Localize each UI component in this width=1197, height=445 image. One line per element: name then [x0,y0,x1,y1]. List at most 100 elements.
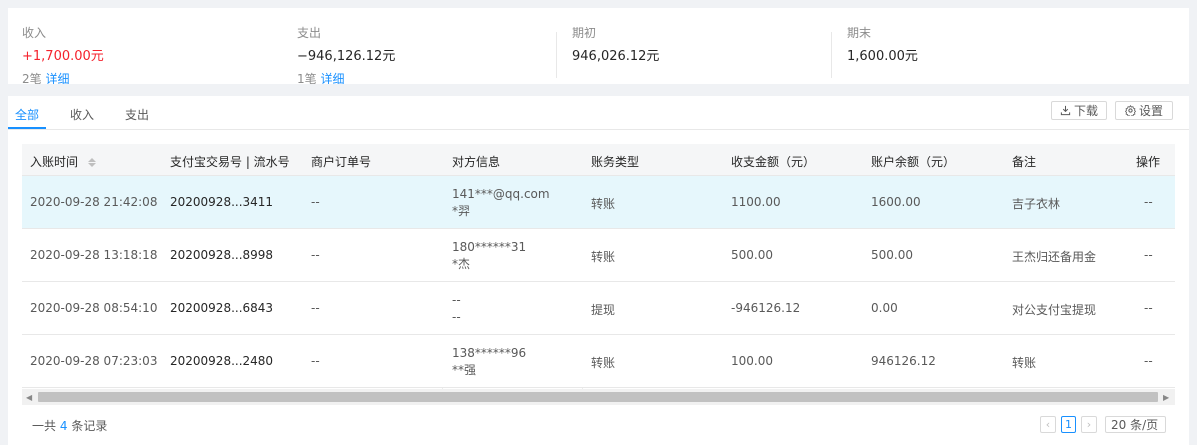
col-time-label: 入账时间 [30,155,79,169]
cell-action: -- [1144,354,1153,368]
opening-value: 946,026.12元 [572,49,660,64]
col-amount: 收支金额（元） [731,155,816,169]
cell-remark: 对公支付宝提现 [1012,303,1097,317]
divider [556,32,557,78]
transactions-panel: 全部 收入 支出 下载 设置 入账时间 支付宝交易号 | 流水号 商户订单号 对… [8,96,1189,445]
cell-party: 141***@qq.com *羿 [452,186,550,220]
cell-balance: 500.00 [871,248,913,262]
cell-order-no: -- [311,248,320,262]
divider [831,32,832,78]
party-name: -- [452,310,461,324]
expense-detail-link[interactable]: 详细 [320,72,344,84]
party-account: 180******31 [452,240,527,254]
gear-icon [1124,105,1136,116]
chevron-right-icon: › [1086,418,1092,431]
cell-trade-no: 20200928...6843 [170,301,274,315]
col-order-no: 商户订单号 [311,155,372,169]
tab-bar: 全部 收入 支出 下载 设置 [8,96,1189,130]
party-account: 141***@qq.com [452,187,550,201]
cell-action: -- [1144,195,1153,209]
cell-time: 2020-09-28 21:42:08 [30,195,158,209]
cell-action: -- [1144,248,1153,262]
summary-panel: 收入 +1,700.00元 2笔 详细 支出 −946,126.12元 1笔 详… [8,8,1189,84]
record-count: 一共 4 条记录 [32,417,107,434]
cell-order-no: -- [311,354,320,368]
sort-icon[interactable] [87,158,96,167]
col-action: 操作 [1136,155,1161,169]
col-trade-no: 支付宝交易号 | 流水号 [170,155,290,169]
income-sub: 2笔 详细 [22,70,69,84]
expense-sub: 1笔 详细 [297,70,344,84]
scroll-left-icon[interactable]: ◀ [26,393,32,402]
cell-action: -- [1144,301,1153,315]
tab-all[interactable]: 全部 [15,106,39,123]
closing-value: 1,600.00元 [847,49,918,64]
page-size-label: 20 条/页 [1111,418,1159,432]
tab-expense[interactable]: 支出 [125,106,149,123]
total-suffix: 条记录 [71,419,108,433]
scrollbar-thumb[interactable] [38,392,1158,402]
closing-label: 期末 [847,26,872,40]
cell-party: 138******96 **强 [452,345,526,379]
party-name: *羿 [452,204,471,218]
cell-party: -- -- [452,292,461,326]
cell-order-no: -- [311,301,320,315]
table-row[interactable]: 2020-09-28 21:42:08 20200928...3411 -- 1… [22,176,1175,229]
cell-time: 2020-09-28 08:54:10 [30,301,158,315]
expense-count: 1笔 [297,72,317,84]
download-label: 下载 [1073,104,1098,118]
cell-trade-no: 20200928...8998 [170,248,274,262]
cell-party: 180******31 *杰 [452,239,526,273]
next-page-button[interactable]: › [1081,416,1097,433]
income-detail-link[interactable]: 详细 [45,72,69,84]
table-row[interactable]: 2020-09-28 08:54:10 20200928...6843 -- -… [22,282,1175,335]
page-size-select[interactable]: 20 条/页 [1105,416,1166,433]
cell-amount: 100.00 [731,354,773,368]
table-row[interactable]: 2020-09-28 13:18:18 20200928...8998 -- 1… [22,229,1175,282]
horizontal-scrollbar[interactable]: ◀ ▶ [22,389,1175,405]
col-type: 账务类型 [591,155,640,169]
transactions-table: 入账时间 支付宝交易号 | 流水号 商户订单号 对方信息 账务类型 收支金额（元… [22,144,1175,406]
col-balance: 账户余额（元） [871,155,956,169]
total-prefix: 一共 [32,419,57,433]
cell-type: 转账 [591,197,616,211]
settings-button[interactable]: 设置 [1115,101,1173,120]
cell-order-no: -- [311,195,320,209]
cell-remark: 吉子衣林 [1012,197,1061,211]
cell-type: 转账 [591,250,616,264]
cell-time: 2020-09-28 07:23:03 [30,354,158,368]
page-1-button[interactable]: 1 [1061,416,1076,433]
table-row[interactable]: 2020-09-28 07:23:03 20200928...2480 -- 1… [22,335,1175,388]
cell-remark: 王杰归还备用金 [1012,250,1097,264]
expense-value: −946,126.12元 [297,49,396,64]
party-name: *杰 [452,257,471,271]
cell-balance: 946126.12 [871,354,936,368]
table-header: 入账时间 支付宝交易号 | 流水号 商户订单号 对方信息 账务类型 收支金额（元… [22,144,1175,176]
party-name: **强 [452,363,477,377]
cell-amount: 500.00 [731,248,773,262]
opening-label: 期初 [572,26,597,40]
party-account: -- [452,293,461,307]
total-count: 4 [59,419,68,433]
tab-income[interactable]: 收入 [70,106,94,123]
cell-trade-no: 20200928...2480 [170,354,274,368]
chevron-left-icon: ‹ [1045,418,1051,431]
cell-type: 转账 [591,356,616,370]
cell-balance: 0.00 [871,301,898,315]
cell-time: 2020-09-28 13:18:18 [30,248,158,262]
col-remark: 备注 [1012,155,1037,169]
col-time[interactable]: 入账时间 [30,153,96,170]
expense-label: 支出 [297,26,322,40]
col-party: 对方信息 [452,155,501,169]
settings-label: 设置 [1138,104,1163,118]
scroll-right-icon[interactable]: ▶ [1163,393,1169,402]
cell-trade-no: 20200928...3411 [170,195,274,209]
party-account: 138******96 [452,346,527,360]
active-tab-indicator [8,127,46,129]
cell-type: 提现 [591,303,616,317]
income-value: +1,700.00元 [22,49,104,64]
cell-amount: -946126.12 [731,301,801,315]
income-count: 2笔 [22,72,42,84]
download-button[interactable]: 下载 [1051,101,1107,120]
prev-page-button[interactable]: ‹ [1040,416,1056,433]
